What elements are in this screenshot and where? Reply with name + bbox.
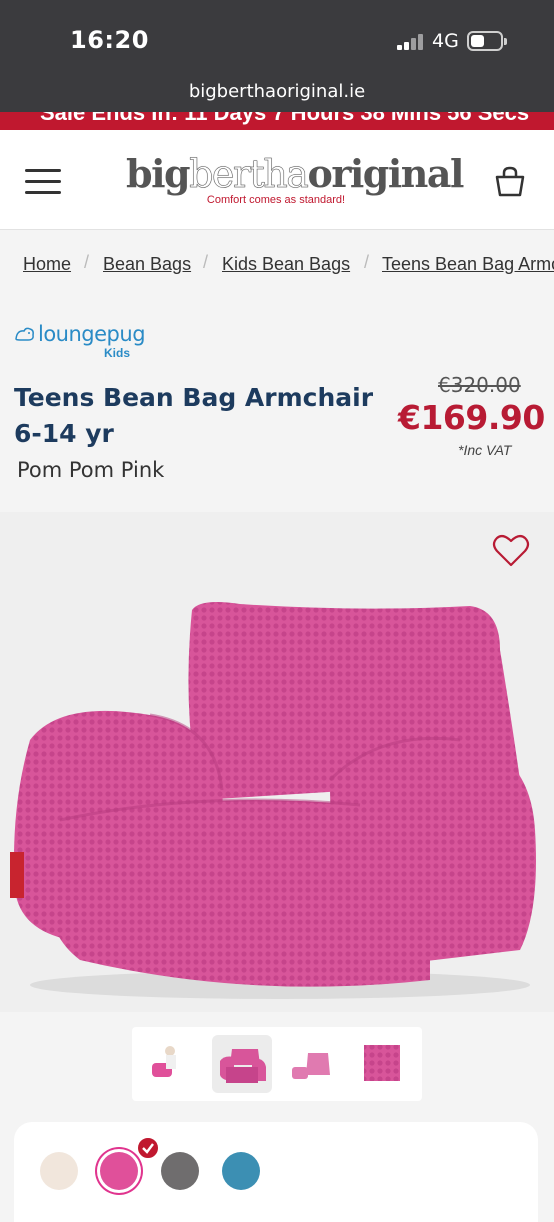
thumbnail-strip bbox=[132, 1027, 422, 1101]
breadcrumb-current[interactable]: Teens Bean Bag Armchair bbox=[382, 254, 554, 275]
check-icon bbox=[136, 1136, 160, 1160]
thumbnail-child-seated[interactable] bbox=[142, 1035, 202, 1093]
breadcrumb-home[interactable]: Home bbox=[23, 254, 71, 275]
site-logo[interactable]: bigberthaoriginal Comfort comes as stand… bbox=[126, 151, 464, 207]
price-original: €320.00 bbox=[438, 373, 521, 397]
colour-swatch-panel bbox=[14, 1122, 538, 1222]
site-header: bigberthaoriginal Comfort comes as stand… bbox=[0, 130, 554, 230]
logo-wordmark: bigberthaoriginal bbox=[126, 151, 464, 196]
battery-icon bbox=[467, 31, 507, 51]
status-time: 16:20 bbox=[70, 26, 149, 54]
network-label: 4G bbox=[432, 30, 459, 52]
breadcrumb-separator: / bbox=[364, 252, 370, 272]
pug-icon bbox=[15, 327, 34, 341]
swatch-pink[interactable] bbox=[100, 1152, 138, 1190]
sale-banner: Sale Ends In: 11 Days 7 Hours 38 Mins 56… bbox=[0, 112, 554, 130]
breadcrumb-kids-bean-bags[interactable]: Kids Bean Bags bbox=[222, 254, 350, 275]
sale-countdown: Sale Ends In: 11 Days 7 Hours 38 Mins 56… bbox=[40, 112, 530, 125]
breadcrumb-bean-bags[interactable]: Bean Bags bbox=[103, 254, 191, 275]
product-variant: Pom Pom Pink bbox=[17, 458, 165, 482]
basket-icon[interactable] bbox=[493, 166, 527, 198]
menu-icon[interactable] bbox=[25, 167, 61, 195]
swatch-blue[interactable] bbox=[222, 1152, 260, 1190]
brand-sub: Kids bbox=[104, 346, 131, 360]
vat-note: *Inc VAT bbox=[458, 442, 512, 458]
signal-icon bbox=[397, 34, 425, 50]
thumbnail-fabric-closeup[interactable] bbox=[352, 1035, 412, 1093]
breadcrumb-separator: / bbox=[84, 252, 90, 272]
swatch-grey[interactable] bbox=[161, 1152, 199, 1190]
brand-name: loungepug bbox=[38, 322, 146, 346]
price-current: €169.90 bbox=[398, 398, 545, 437]
product-title: Teens Bean Bag Armchair 6-14 yr bbox=[14, 383, 374, 448]
heart-icon[interactable] bbox=[492, 534, 530, 568]
status-bar: 16:20 4G bbox=[0, 0, 554, 78]
thumbnail-armchair-front[interactable] bbox=[212, 1035, 272, 1093]
thumbnail-armchair-footstool[interactable] bbox=[282, 1035, 342, 1093]
url-text: bigberthaoriginal.ie bbox=[188, 81, 366, 102]
breadcrumb-separator: / bbox=[203, 252, 209, 272]
swatch-cream[interactable] bbox=[40, 1152, 78, 1190]
breadcrumb: Home / Bean Bags / Kids Bean Bags / Teen… bbox=[0, 230, 554, 296]
product-image[interactable] bbox=[0, 590, 554, 1010]
brand-logo: loungepug Kids bbox=[14, 322, 154, 362]
url-bar[interactable]: bigberthaoriginal.ie bbox=[0, 78, 554, 112]
